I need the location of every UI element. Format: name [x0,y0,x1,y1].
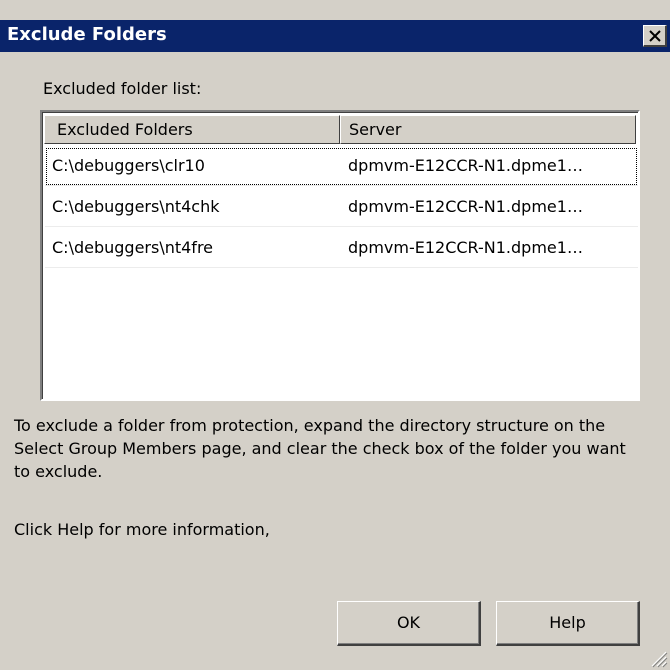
exclude-folders-dialog: Exclude Folders Excluded folder list: Ex… [0,0,670,670]
listview-header: Excluded Folders Server [44,115,636,144]
folder-cell: C:\debuggers\clr10 [52,156,205,175]
server-cell: dpmvm-E12CCR-N1.dpme1… [348,238,583,257]
server-cell: dpmvm-E12CCR-N1.dpme1… [348,197,583,216]
server-cell: dpmvm-E12CCR-N1.dpme1… [348,156,583,175]
column-header-excluded-folders[interactable]: Excluded Folders [44,115,340,144]
table-row[interactable]: C:\debuggers\nt4fre dpmvm-E12CCR-N1.dpme… [45,229,638,268]
excluded-folder-list-label: Excluded folder list: [43,79,202,98]
title-bar[interactable]: Exclude Folders [0,20,670,52]
column-header-server[interactable]: Server [340,115,636,144]
table-row[interactable]: C:\debuggers\nt4chk dpmvm-E12CCR-N1.dpme… [45,188,638,227]
window-title: Exclude Folders [7,24,167,45]
folder-cell: C:\debuggers\nt4chk [52,197,220,216]
close-button[interactable] [643,25,667,47]
table-row[interactable]: C:\debuggers\clr10 dpmvm-E12CCR-N1.dpme1… [45,147,638,186]
help-button[interactable]: Help [496,601,640,646]
ok-button[interactable]: OK [337,601,481,646]
folder-cell: C:\debuggers\nt4fre [52,238,214,257]
instructions-text: To exclude a folder from protection, exp… [14,416,626,481]
help-hint-text: Click Help for more information, [14,520,270,539]
excluded-folders-listview[interactable]: Excluded Folders Server C:\debuggers\clr… [40,110,640,401]
resize-grip-icon[interactable] [648,648,668,668]
close-icon [649,30,661,42]
